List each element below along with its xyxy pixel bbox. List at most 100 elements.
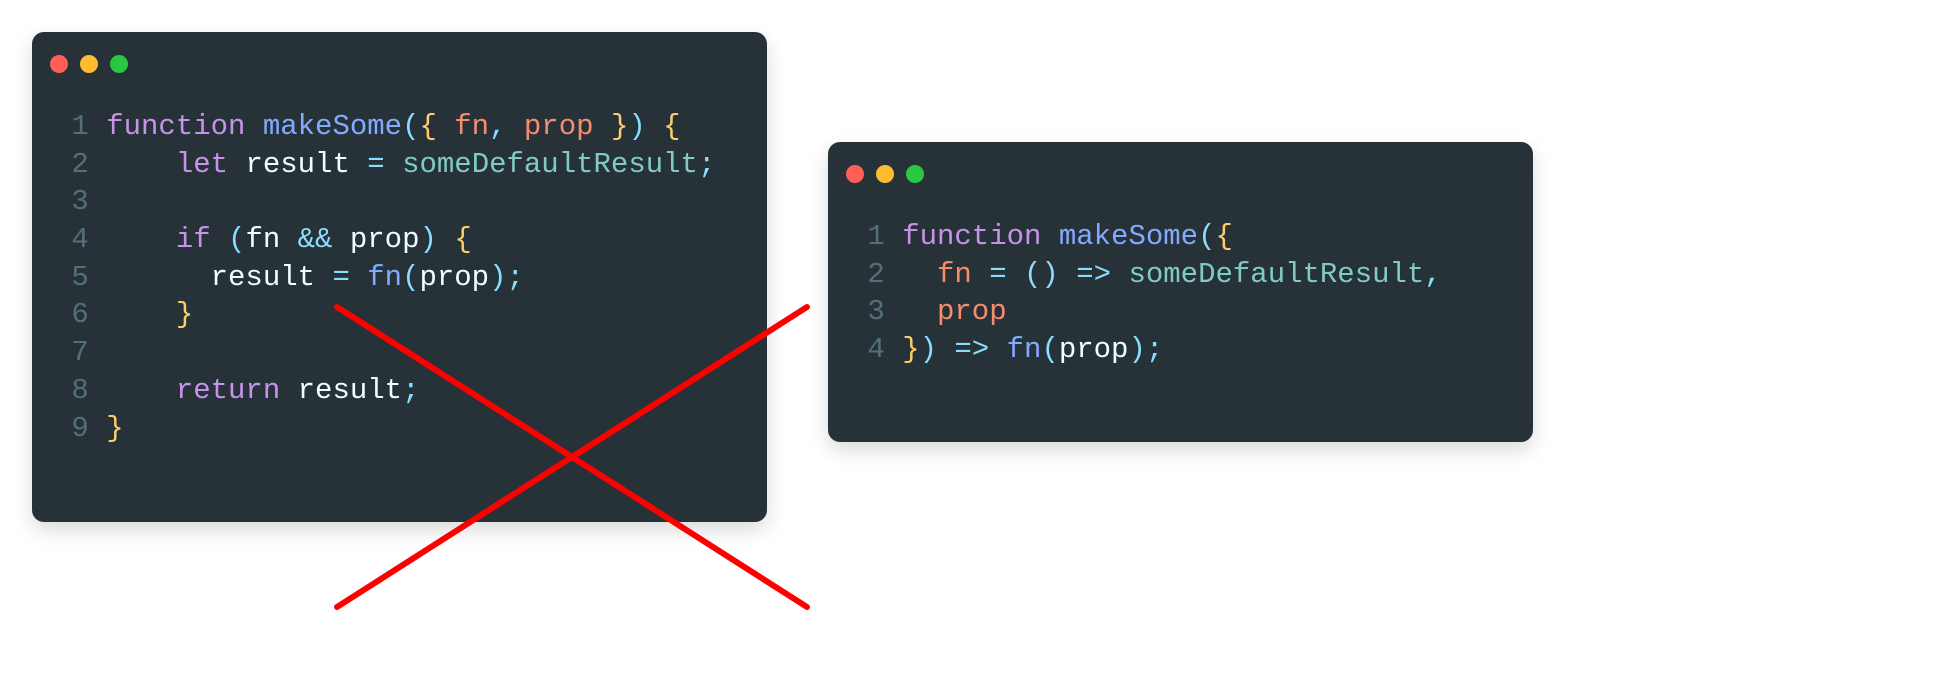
code-token (280, 374, 297, 407)
line-number: 1 (850, 218, 885, 256)
code-token (211, 223, 228, 256)
code-line: 3 prop (850, 293, 1503, 331)
code-token: { (1215, 220, 1232, 253)
code-token (245, 110, 262, 143)
line-number: 6 (54, 296, 89, 334)
code-token: , (489, 110, 506, 143)
code-token (1041, 220, 1058, 253)
code-token: ( (228, 223, 245, 256)
code-token: ) (920, 333, 937, 366)
line-number: 3 (54, 183, 89, 221)
code-line: 4 if (fn && prop) { (54, 221, 737, 259)
code-token (106, 148, 176, 181)
code-token (350, 148, 367, 181)
code-line: 5 result = fn(prop); (54, 259, 737, 297)
zoom-icon[interactable] (110, 55, 128, 73)
code-token: ( (1041, 333, 1058, 366)
code-token: } (611, 110, 628, 143)
code-token: , (1424, 258, 1441, 291)
code-token (937, 333, 954, 366)
code-token (106, 298, 176, 331)
line-number: 2 (54, 146, 89, 184)
code-token: = (332, 261, 349, 294)
code-token (646, 110, 663, 143)
code-line: 7 (54, 334, 737, 372)
code-token: prop (524, 110, 594, 143)
close-icon[interactable] (50, 55, 68, 73)
code-token: ) (628, 110, 645, 143)
code-block-right: 1function makeSome({2 fn = () => someDef… (828, 196, 1533, 399)
line-number: 7 (54, 334, 89, 372)
code-token (315, 261, 332, 294)
code-line: 1 function makeSome({ (850, 218, 1503, 256)
code-token: function (902, 220, 1041, 253)
minimize-icon[interactable] (80, 55, 98, 73)
code-token: function (106, 110, 245, 143)
code-line: 6 } (54, 296, 737, 334)
code-token: makeSome (1059, 220, 1198, 253)
zoom-icon[interactable] (906, 165, 924, 183)
code-token: ( (402, 110, 419, 143)
code-line: 2 fn = () => someDefaultResult, (850, 256, 1503, 294)
minimize-icon[interactable] (876, 165, 894, 183)
line-number: 2 (850, 256, 885, 294)
code-token: && (298, 223, 333, 256)
code-line: 2 let result = someDefaultResult; (54, 146, 737, 184)
code-token (902, 258, 937, 291)
code-token: someDefaultResult (402, 148, 698, 181)
code-token: { (454, 223, 471, 256)
code-token: ) (420, 223, 437, 256)
code-token (1007, 258, 1024, 291)
code-token (1111, 258, 1128, 291)
code-token: prop (1059, 333, 1129, 366)
code-token: ( (1198, 220, 1215, 253)
code-token: return (176, 374, 280, 407)
code-token: prop (350, 223, 420, 256)
code-token (1059, 258, 1076, 291)
close-icon[interactable] (846, 165, 864, 183)
code-token: () (1024, 258, 1059, 291)
code-token: } (902, 333, 919, 366)
code-token: let (176, 148, 228, 181)
code-token: result (211, 261, 315, 294)
code-line: 4}) => fn(prop); (850, 331, 1503, 369)
code-token (594, 110, 611, 143)
code-token (385, 148, 402, 181)
code-token (332, 223, 349, 256)
code-token (228, 148, 245, 181)
code-token: prop (419, 261, 489, 294)
code-line: 9} (54, 410, 737, 448)
code-token: result (245, 148, 349, 181)
code-token: ; (507, 261, 524, 294)
code-token: ; (1146, 333, 1163, 366)
code-token (106, 261, 210, 294)
code-token: { (419, 110, 436, 143)
code-token: = (989, 258, 1006, 291)
code-block-left: 1function makeSome({ fn, prop }) {2 let … (32, 86, 767, 477)
code-token: prop (937, 295, 1007, 328)
code-line: 8 return result; (54, 372, 737, 410)
line-number: 5 (54, 259, 89, 297)
line-number: 4 (54, 221, 89, 259)
code-token (507, 110, 524, 143)
code-token (350, 261, 367, 294)
line-number: 4 (850, 331, 885, 369)
code-token: ) (489, 261, 506, 294)
code-line: 3 (54, 183, 737, 221)
code-window-right: 1function makeSome({2 fn = () => someDef… (828, 142, 1533, 442)
code-token (902, 295, 937, 328)
code-token: fn (1007, 333, 1042, 366)
window-titlebar (32, 32, 767, 86)
code-window-left: 1function makeSome({ fn, prop }) {2 let … (32, 32, 767, 522)
code-token (280, 223, 297, 256)
line-number: 9 (54, 410, 89, 448)
code-token (106, 223, 176, 256)
code-line: 1function makeSome({ fn, prop }) { (54, 108, 737, 146)
code-token (437, 110, 454, 143)
code-token: ( (402, 261, 419, 294)
code-token: } (176, 298, 193, 331)
code-token: ; (402, 374, 419, 407)
code-token: result (298, 374, 402, 407)
code-token (437, 223, 454, 256)
line-number: 8 (54, 372, 89, 410)
